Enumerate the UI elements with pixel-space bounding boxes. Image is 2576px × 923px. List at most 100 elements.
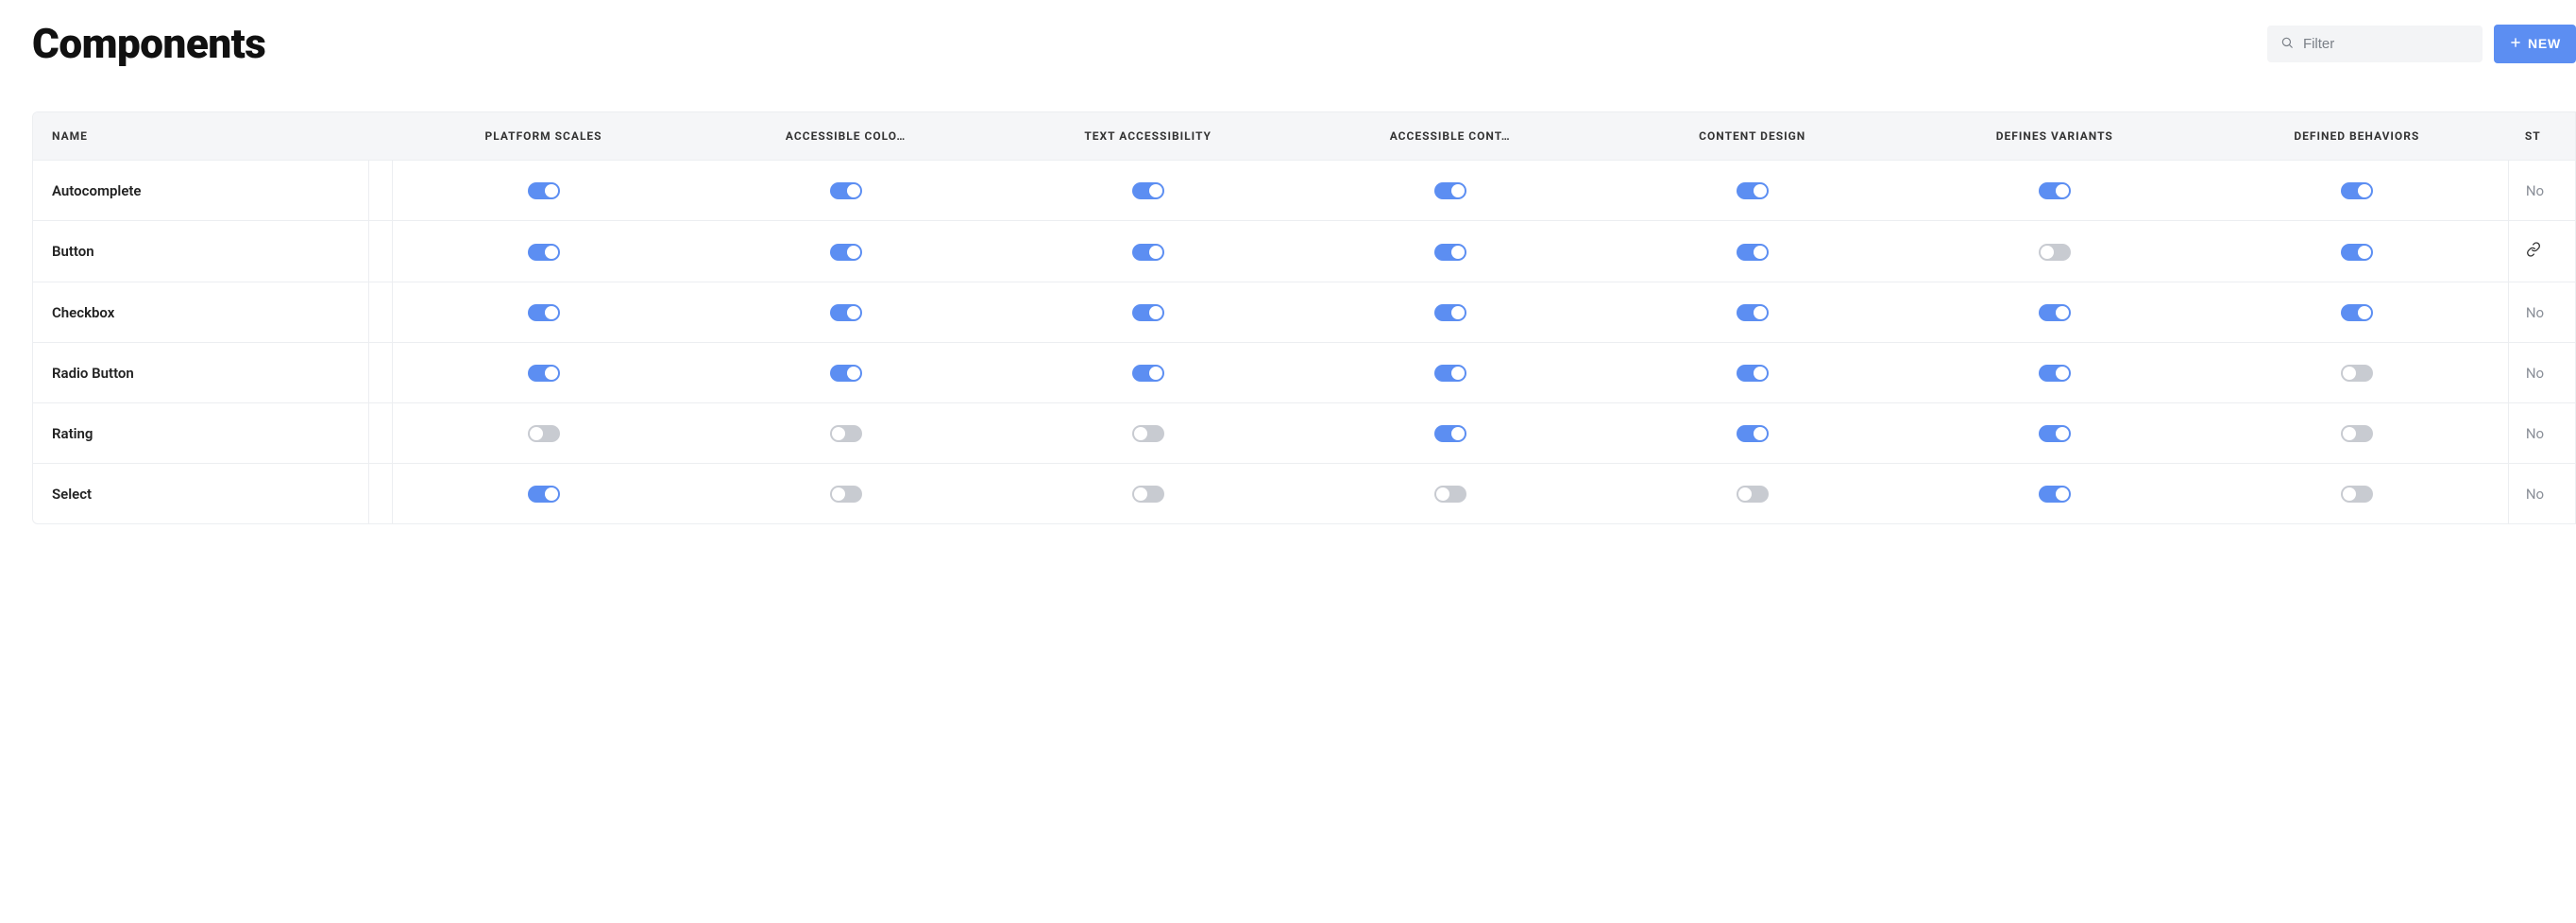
- table-row[interactable]: Radio ButtonNo: [33, 342, 2575, 402]
- col-accessible-content[interactable]: ACCESSIBLE CONT…: [1299, 112, 1602, 161]
- filter-input[interactable]: [2303, 36, 2491, 52]
- cell-accessible_color: [695, 282, 997, 342]
- cell-defined_behaviors: [2206, 282, 2508, 342]
- toggle-text_accessibility[interactable]: [1132, 244, 1164, 261]
- cell-platform_scales: [393, 463, 695, 523]
- toggle-content_design[interactable]: [1737, 425, 1769, 442]
- col-defined-behaviors[interactable]: DEFINED BEHAVIORS: [2206, 112, 2508, 161]
- cell-platform_scales: [393, 342, 695, 402]
- toggle-defines_variants[interactable]: [2039, 365, 2071, 382]
- toggle-accessible_color[interactable]: [830, 244, 862, 261]
- link-icon: [2526, 242, 2541, 261]
- col-platform-scales[interactable]: PLATFORM SCALES: [393, 112, 695, 161]
- col-defines-variants[interactable]: DEFINES VARIANTS: [1904, 112, 2206, 161]
- toggle-platform_scales[interactable]: [528, 304, 560, 321]
- cell-text_accessibility: [997, 463, 1299, 523]
- toggle-text_accessibility[interactable]: [1132, 182, 1164, 199]
- toggle-platform_scales[interactable]: [528, 365, 560, 382]
- drag-handle[interactable]: [369, 220, 393, 282]
- toggle-defines_variants[interactable]: [2039, 182, 2071, 199]
- components-table: NAME PLATFORM SCALES ACCESSIBLE COLO… TE…: [33, 112, 2575, 523]
- page-title: Components: [32, 19, 265, 68]
- toggle-platform_scales[interactable]: [528, 486, 560, 503]
- cell-accessible_color: [695, 402, 997, 463]
- component-name[interactable]: Checkbox: [33, 282, 369, 342]
- drag-handle[interactable]: [369, 402, 393, 463]
- table-row[interactable]: Checkbox No: [33, 282, 2575, 342]
- drag-handle[interactable]: [369, 282, 393, 342]
- status-cell: No: [2508, 161, 2575, 220]
- toggle-accessible_color[interactable]: [830, 304, 862, 321]
- drag-handle[interactable]: [369, 342, 393, 402]
- toggle-defines_variants[interactable]: [2039, 486, 2071, 503]
- component-name[interactable]: Button: [33, 220, 369, 282]
- toggle-accessible_content[interactable]: [1434, 182, 1466, 199]
- toggle-platform_scales[interactable]: [528, 182, 560, 199]
- toggle-accessible_content[interactable]: [1434, 486, 1466, 503]
- toggle-accessible_color[interactable]: [830, 182, 862, 199]
- status-cell: No: [2508, 282, 2575, 342]
- cell-defines_variants: [1904, 282, 2206, 342]
- toggle-platform_scales[interactable]: [528, 425, 560, 442]
- col-accessible-color[interactable]: ACCESSIBLE COLO…: [695, 112, 997, 161]
- toggle-accessible_color[interactable]: [830, 486, 862, 503]
- header-actions: NEW: [2267, 25, 2576, 63]
- cell-accessible_color: [695, 463, 997, 523]
- toggle-content_design[interactable]: [1737, 304, 1769, 321]
- toggle-accessible_content[interactable]: [1434, 365, 1466, 382]
- toggle-content_design[interactable]: [1737, 182, 1769, 199]
- component-name[interactable]: Select: [33, 463, 369, 523]
- cell-platform_scales: [393, 402, 695, 463]
- status-cell[interactable]: [2508, 220, 2575, 282]
- drag-handle[interactable]: [369, 161, 393, 220]
- toggle-defined_behaviors[interactable]: [2341, 304, 2373, 321]
- new-button-label: NEW: [2528, 36, 2561, 51]
- toggle-platform_scales[interactable]: [528, 244, 560, 261]
- status-cell: No: [2508, 463, 2575, 523]
- toggle-defines_variants[interactable]: [2039, 425, 2071, 442]
- col-status[interactable]: ST: [2508, 112, 2575, 161]
- toggle-accessible_color[interactable]: [830, 365, 862, 382]
- component-name[interactable]: Rating: [33, 402, 369, 463]
- toggle-defined_behaviors[interactable]: [2341, 486, 2373, 503]
- toggle-content_design[interactable]: [1737, 486, 1769, 503]
- toggle-accessible_content[interactable]: [1434, 244, 1466, 261]
- cell-content_design: [1602, 342, 1904, 402]
- toggle-defined_behaviors[interactable]: [2341, 365, 2373, 382]
- toggle-text_accessibility[interactable]: [1132, 365, 1164, 382]
- cell-defines_variants: [1904, 161, 2206, 220]
- toggle-accessible_content[interactable]: [1434, 304, 1466, 321]
- status-cell: No: [2508, 402, 2575, 463]
- table-row[interactable]: Select No: [33, 463, 2575, 523]
- cell-platform_scales: [393, 161, 695, 220]
- table-row[interactable]: Button: [33, 220, 2575, 282]
- toggle-text_accessibility[interactable]: [1132, 486, 1164, 503]
- toggle-accessible_content[interactable]: [1434, 425, 1466, 442]
- plus-icon: [2509, 36, 2522, 52]
- toggle-content_design[interactable]: [1737, 365, 1769, 382]
- cell-defines_variants: [1904, 402, 2206, 463]
- toggle-defined_behaviors[interactable]: [2341, 182, 2373, 199]
- toggle-text_accessibility[interactable]: [1132, 425, 1164, 442]
- cell-accessible_content: [1299, 161, 1602, 220]
- toggle-defined_behaviors[interactable]: [2341, 425, 2373, 442]
- toggle-accessible_color[interactable]: [830, 425, 862, 442]
- filter-box[interactable]: [2267, 26, 2483, 62]
- cell-content_design: [1602, 220, 1904, 282]
- col-content-design[interactable]: CONTENT DESIGN: [1602, 112, 1904, 161]
- table-row[interactable]: Rating No: [33, 402, 2575, 463]
- table-body: AutocompleteNoButtonCheckboxNoRadio Butt…: [33, 161, 2575, 523]
- drag-handle[interactable]: [369, 463, 393, 523]
- new-button[interactable]: NEW: [2494, 25, 2576, 63]
- toggle-defined_behaviors[interactable]: [2341, 244, 2373, 261]
- cell-defines_variants: [1904, 463, 2206, 523]
- toggle-defines_variants[interactable]: [2039, 244, 2071, 261]
- component-name[interactable]: Autocomplete: [33, 161, 369, 220]
- col-name[interactable]: NAME: [33, 112, 393, 161]
- toggle-text_accessibility[interactable]: [1132, 304, 1164, 321]
- table-row[interactable]: Autocomplete No: [33, 161, 2575, 220]
- col-text-accessibility[interactable]: TEXT ACCESSIBILITY: [997, 112, 1299, 161]
- toggle-defines_variants[interactable]: [2039, 304, 2071, 321]
- toggle-content_design[interactable]: [1737, 244, 1769, 261]
- component-name[interactable]: Radio Button: [33, 342, 369, 402]
